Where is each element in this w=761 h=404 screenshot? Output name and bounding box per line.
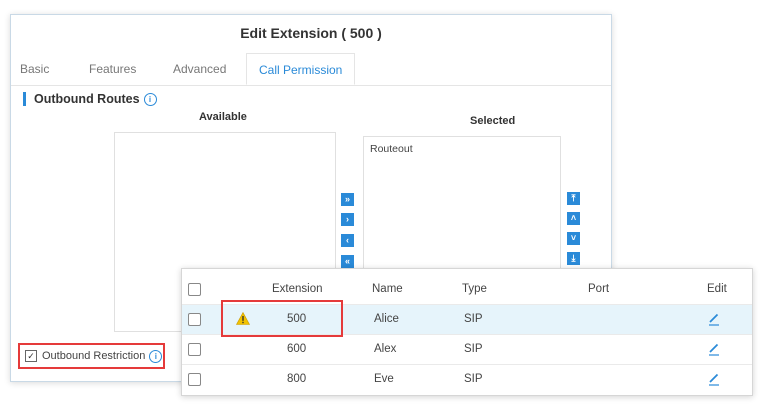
row-checkbox[interactable] — [188, 373, 201, 386]
select-all-checkbox[interactable] — [188, 283, 201, 296]
available-label: Available — [199, 111, 247, 123]
move-bottom-icon[interactable]: ⤓ — [567, 252, 580, 265]
move-up-icon[interactable]: ˄ — [567, 212, 580, 225]
section-accent-bar — [23, 92, 26, 106]
table-row[interactable]: 800 Eve SIP — [182, 365, 752, 394]
extension-500-highlight — [221, 300, 343, 337]
type-cell: SIP — [464, 373, 483, 385]
info-icon[interactable]: i — [149, 349, 163, 363]
move-all-right-icon[interactable]: » — [341, 193, 354, 206]
outbound-restriction-checkbox[interactable]: ✓ — [25, 350, 37, 362]
edit-icon[interactable] — [708, 372, 720, 386]
column-header-type[interactable]: Type — [462, 275, 487, 304]
tab-basic[interactable]: Basic — [20, 53, 49, 85]
move-right-icon[interactable]: › — [341, 213, 354, 226]
extension-cell: 800 — [287, 373, 307, 385]
column-header-port[interactable]: Port — [588, 275, 609, 304]
section-title: Outbound Routes — [34, 92, 140, 106]
table-row[interactable]: 600 Alex SIP — [182, 335, 752, 365]
extension-cell: 600 — [287, 343, 307, 355]
dialog-title: Edit Extension ( 500 ) — [240, 25, 382, 41]
name-cell: Alex — [374, 343, 397, 355]
info-icon[interactable]: i — [143, 92, 157, 106]
edit-icon[interactable] — [708, 312, 720, 326]
tab-advanced[interactable]: Advanced — [173, 53, 226, 85]
tab-features[interactable]: Features — [89, 53, 136, 85]
outbound-routes-header: Outbound Routes i — [23, 92, 157, 106]
type-cell: SIP — [464, 313, 483, 325]
row-checkbox[interactable] — [188, 343, 201, 356]
tab-call-permission[interactable]: Call Permission — [246, 53, 356, 85]
outbound-restriction-option[interactable]: ✓ Outbound Restriction i — [18, 343, 165, 369]
name-cell: Alice — [374, 313, 399, 325]
column-header-edit: Edit — [707, 283, 727, 295]
edit-icon[interactable] — [708, 342, 720, 356]
canvas: Edit Extension ( 500 ) Basic Features Ad… — [0, 0, 761, 404]
type-cell: SIP — [464, 343, 483, 355]
selected-list[interactable]: Routeout — [363, 136, 561, 278]
move-down-icon[interactable]: ˅ — [567, 232, 580, 245]
row-checkbox[interactable] — [188, 313, 201, 326]
outbound-restriction-label: Outbound Restriction — [42, 350, 146, 362]
move-all-left-icon[interactable]: « — [341, 255, 354, 268]
move-top-icon[interactable]: ⤒ — [567, 192, 580, 205]
tab-bar: Basic Features Advanced Call Permission — [11, 53, 611, 86]
selected-label: Selected — [470, 115, 516, 127]
name-cell: Eve — [374, 373, 394, 385]
move-left-icon[interactable]: ‹ — [341, 234, 354, 247]
selected-list-item[interactable]: Routeout — [370, 143, 413, 155]
column-header-name[interactable]: Name — [372, 275, 403, 304]
